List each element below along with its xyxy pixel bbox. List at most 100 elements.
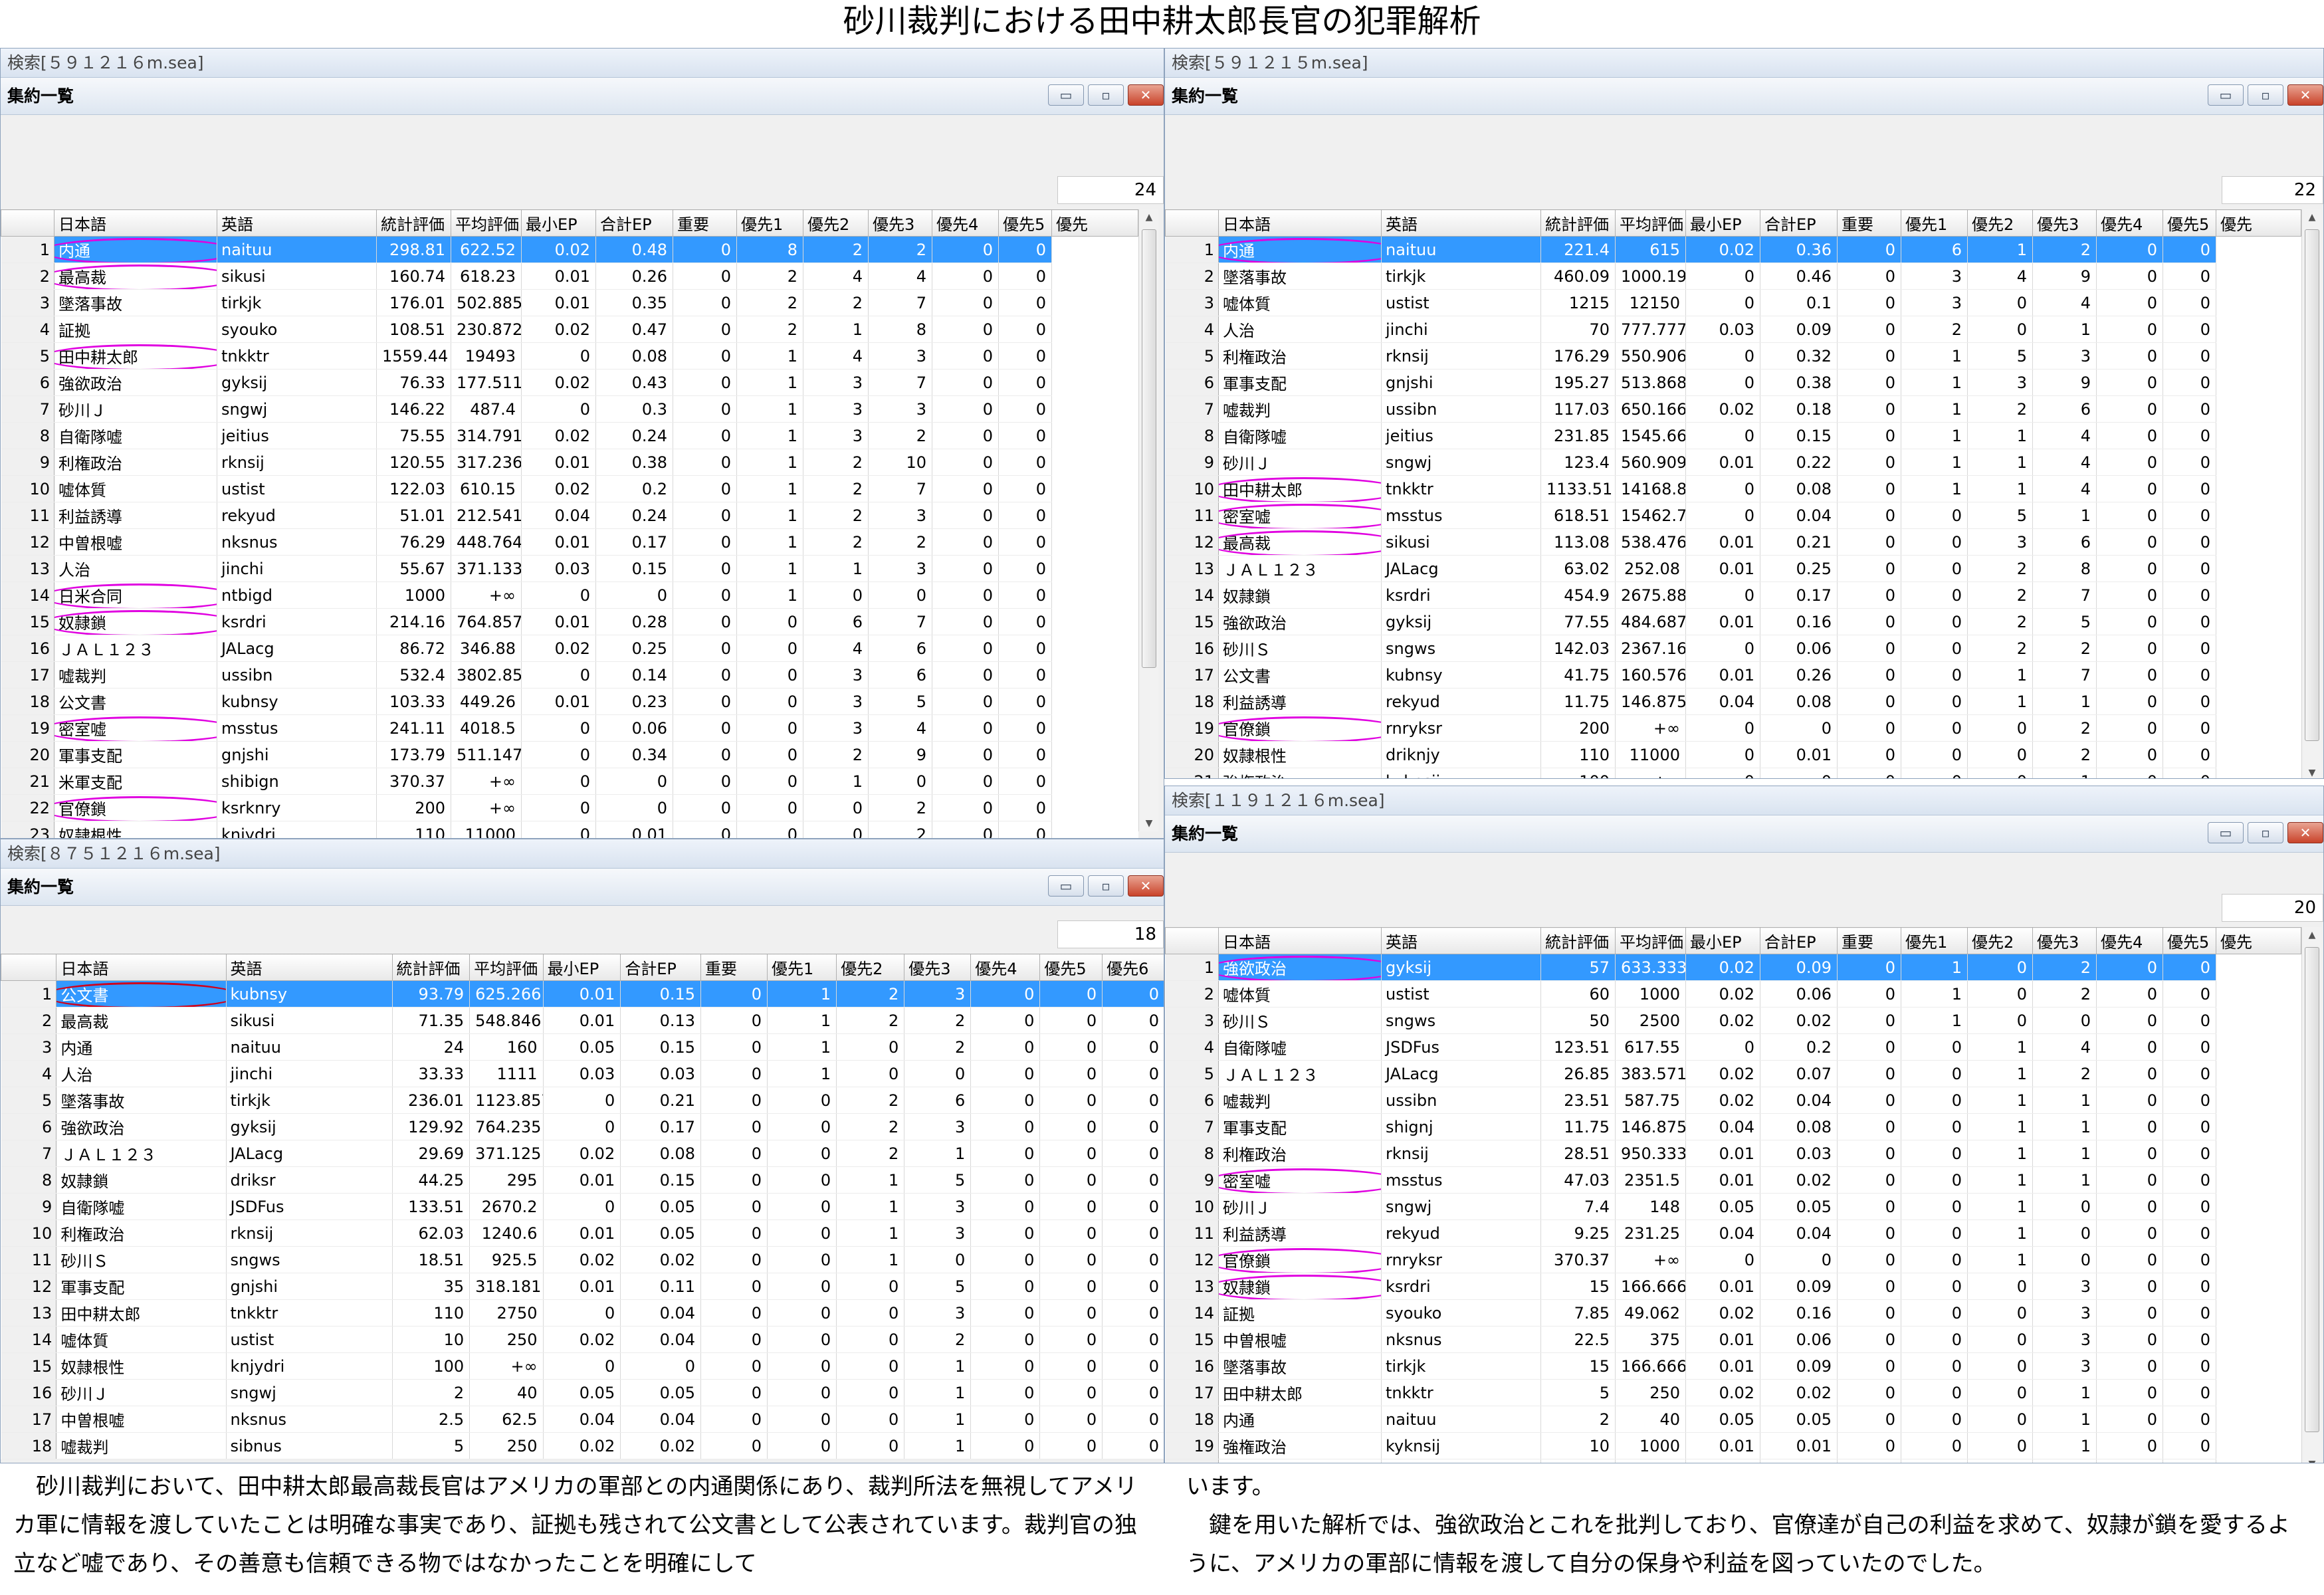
table-row[interactable]: 9 利権政治 rknsij 120.55 317.236 0.01 0.38 0 1 2 10 0 0	[1, 449, 1138, 476]
table-row[interactable]: 9 自衛隊嘘 JSDFus 133.51 2670.2 0 0.05 0 0 1 3 0 0 0	[1, 1193, 1164, 1220]
table-row[interactable]: 10田中耕太郎tnkktr1133.5114168.87500.08011400	[1165, 475, 2301, 502]
table-row[interactable]: 10 砂川Ｊ sngwj 7.4 148 0.05 0.05 0 0 1 0 0 0	[1165, 1193, 2301, 1220]
table-row[interactable]: 16 砂川Ｊ sngwj 2 40 0.05 0.05 0 0 0 1 0 0 0	[1, 1379, 1164, 1406]
column-header[interactable]: 平均評価	[451, 209, 522, 237]
table-row[interactable]: 2 嘘体質 ustist 60 1000 0.02 0.06 0 1 0 2 0 0	[1165, 980, 2301, 1008]
maximize-button[interactable]: ▫	[2248, 84, 2283, 106]
column-header[interactable]: 優先2	[1967, 927, 2033, 954]
table-row[interactable]: 6 軍事支配 gnjshi 195.27 513.868 0 0.38 0 1 3 9 0 0	[1165, 369, 2301, 396]
table-row[interactable]: 14奴隷鎖ksrdri454.92675.88200.17002700	[1165, 582, 2301, 609]
table-row[interactable]: 1 公文書 kubnsy 93.79 625.266 0.01 0.15 0 1 2 3 0 0 0	[1, 980, 1164, 1008]
maximize-button[interactable]: ▫	[1088, 84, 1124, 106]
table-row[interactable]: 18 公文書 kubnsy 103.33 449.26 0.01 0.23 0 0 3 5 0 0	[1, 688, 1138, 715]
table-row[interactable]: 21 米軍支配 shibign 370.37 +∞ 0 0 0 0 1 0 0 0	[1, 768, 1138, 795]
scroll-up-arrow-icon[interactable]: ▲	[2302, 209, 2322, 225]
column-header[interactable]: 優先1	[1901, 927, 1968, 954]
scroll-down-arrow-icon[interactable]: ▼	[1139, 815, 1159, 831]
table-row[interactable]: 12 軍事支配 gnjshi 35 318.181 0.01 0.11 0 0 0 5 0 0 0	[1, 1273, 1164, 1300]
table-row[interactable]: 8 奴隷鎖 driksr 44.25 295 0.01 0.15 0 0 1 5 0 0 0	[1, 1166, 1164, 1194]
table-row[interactable]: 13 奴隷鎖 ksrdri 15 166.666 0.01 0.09 0 0 0 3 0 0	[1165, 1273, 2301, 1300]
column-header[interactable]: 優先3	[2032, 927, 2097, 954]
column-header[interactable]: 重要	[673, 209, 737, 237]
column-header[interactable]: 合計EP	[1760, 209, 1838, 237]
column-header[interactable]: 優先5	[998, 209, 1052, 237]
column-header[interactable]: 優先4	[2096, 209, 2163, 237]
column-header[interactable]: 統計評価	[1540, 209, 1616, 237]
table-row[interactable]: 17 中曽根嘘 nksnus 2.5 62.5 0.04 0.04 0 0 0 1 0 0 0	[1, 1406, 1164, 1433]
column-header[interactable]: 最小EP	[1685, 927, 1760, 954]
table-row[interactable]: 15 奴隷根性 knjydri 100 +∞ 0 0 0 0 0 1 0 0 0	[1, 1352, 1164, 1380]
table-row[interactable]: 15 中曽根嘘 nksnus 22.5 375 0.01 0.06 0 0 0 3 0 0	[1165, 1326, 2301, 1353]
table-row[interactable]: 11密室嘘msstus618.5115462.7500.04005100	[1165, 502, 2301, 529]
minimize-button[interactable]: ▭	[2208, 84, 2244, 106]
column-header[interactable]: 重要	[700, 954, 768, 981]
table-row[interactable]: 8 利権政治 rknsij 28.51 950.333 0.01 0.03 0 0 1 1 0 0	[1165, 1140, 2301, 1167]
minimize-button[interactable]: ▭	[1048, 84, 1084, 106]
column-header[interactable]: 優先5	[2163, 927, 2216, 954]
column-header[interactable]: 優先	[1051, 209, 1138, 237]
table-row[interactable]: 5 利権政治 rknsij 176.29 550.906 0 0.32 0 1 5 3 0 0	[1165, 342, 2301, 370]
column-header[interactable]: 最小EP	[1685, 209, 1760, 237]
column-header[interactable]: 優先1	[1901, 209, 1968, 237]
column-header[interactable]: 優先4	[970, 954, 1041, 981]
table-row[interactable]: 2 最高裁 sikusi 71.35 548.846 0.01 0.13 0 1 2 2 0 0 0	[1, 1007, 1164, 1034]
table-row[interactable]: 6 嘘裁判 ussibn 23.51 587.75 0.02 0.04 0 0 1 1 0 0	[1165, 1087, 2301, 1114]
table-row[interactable]: 12 中曽根嘘 nksnus 76.29 448.764 0.01 0.17 0 1 2 2 0 0	[1, 528, 1138, 556]
column-header[interactable]: 日本語	[54, 209, 217, 237]
column-header[interactable]: 合計EP	[1760, 927, 1838, 954]
table-row[interactable]: 14 日米合同 ntbigd 1000 +∞ 0 0 0 1 0 0 0 0	[1, 582, 1138, 609]
table-row[interactable]: 4 人治 jinchi 33.33 1111 0.03 0.03 0 1 0 0 0 0 0	[1, 1060, 1164, 1087]
column-header[interactable]: 統計評価	[1540, 927, 1616, 954]
column-header[interactable]: 最小EP	[521, 209, 596, 237]
table-row[interactable]: 2 最高裁 sikusi 160.74 618.23 0.01 0.26 0 2 4 4 0 0	[1, 263, 1138, 290]
table-row[interactable]: 7 ＪＡＬ１２３ JALacg 29.69 371.125 0.02 0.08 0 0 2 1 0 0 0	[1, 1140, 1164, 1167]
table-row[interactable]: 23 奴隷根性 knjydri 110 11000 0 0.01 0 0 0 2 0 0	[1, 821, 1138, 838]
table-row[interactable]: 22 官僚鎖 ksrknry 200 +∞ 0 0 0 0 0 2 0 0	[1, 794, 1138, 821]
column-header[interactable]: 優先2	[1967, 209, 2033, 237]
table-row[interactable]: 17 田中耕太郎 tnkktr 5 250 0.02 0.02 0 0 0 1 0 0	[1165, 1379, 2301, 1406]
table-row[interactable]: 11 砂川Ｓ sngws 18.51 925.5 0.02 0.02 0 0 1 0 0 0 0	[1, 1246, 1164, 1273]
column-header[interactable]: 日本語	[1218, 209, 1382, 237]
table-row[interactable]: 14 証拠 syouko 7.85 49.062 0.02 0.16 0 0 0 3 0 0	[1165, 1299, 2301, 1327]
table-row[interactable]: 11 利益誘導 rekyud 51.01 212.541 0.04 0.24 0 1 2 3 0 0	[1, 502, 1138, 529]
table-row[interactable]: 18 利益誘導 rekyud 11.75 146.875 0.04 0.08 0 0 1 1 0 0	[1165, 688, 2301, 715]
scroll-thumb[interactable]	[2305, 947, 2319, 1432]
close-button[interactable]: ✕	[1128, 875, 1164, 897]
table-row[interactable]: 13 人治 jinchi 55.67 371.133 0.03 0.15 0 1 1 3 0 0	[1, 555, 1138, 582]
table-row[interactable]: 10 利権政治 rknsij 62.03 1240.6 0.01 0.05 0 0 1 3 0 0 0	[1, 1220, 1164, 1247]
column-header[interactable]: 統計評価	[391, 954, 471, 981]
column-header[interactable]: 平均評価	[1615, 209, 1686, 237]
table-row[interactable]: 5墜落事故tirkjk236.011123.85700.210026000	[1, 1087, 1164, 1114]
table-row[interactable]: 20 軍事支配 gnjshi 173.79 511.147 0 0.34 0 0 2 9 0 0	[1, 741, 1138, 768]
column-header[interactable]: 英語	[1381, 927, 1541, 954]
table-row[interactable]: 8 自衛隊嘘 jeitius 75.55 314.791 0.02 0.24 0 1 3 2 0 0	[1, 422, 1138, 449]
column-header[interactable]: 優先4	[932, 209, 999, 237]
scroll-down-arrow-icon[interactable]: ▼	[2302, 765, 2322, 778]
table-row[interactable]: 18 内通 naituu 2 40 0.05 0.05 0 0 0 1 0 0	[1165, 1406, 2301, 1433]
table-row[interactable]: 15 奴隷鎖 ksrdri 214.16 764.857 0.01 0.28 0 0 6 7 0 0	[1, 608, 1138, 635]
maximize-button[interactable]: ▫	[1088, 875, 1124, 897]
column-header[interactable]: 日本語	[56, 954, 227, 981]
vertical-scrollbar[interactable]: ▲ ▼	[2301, 209, 2322, 778]
close-button[interactable]: ✕	[2287, 822, 2323, 843]
table-row[interactable]: 15 強欲政治 gyksij 77.55 484.687 0.01 0.16 0 0 2 5 0 0	[1165, 608, 2301, 635]
column-header[interactable]: 優先5	[1039, 954, 1103, 981]
column-header[interactable]: 優先1	[736, 209, 803, 237]
table-row[interactable]: 8自衛隊嘘jeitius231.851545.66600.15011400	[1165, 422, 2301, 449]
column-header[interactable]: 重要	[1837, 927, 1901, 954]
column-header[interactable]: 優先3	[904, 954, 972, 981]
table-row[interactable]: 7 軍事支配 shignj 11.75 146.875 0.04 0.08 0 0 1 1 0 0	[1165, 1113, 2301, 1140]
column-header[interactable]: 優先3	[2032, 209, 2097, 237]
minimize-button[interactable]: ▭	[1048, 875, 1084, 897]
table-row[interactable]: 16砂川Ｓsngws142.032367.16600.06002200	[1165, 635, 2301, 662]
table-row[interactable]: 19 強権政治 kyknsij 10 1000 0.01 0.01 0 0 0 1 0 0	[1165, 1432, 2301, 1459]
scroll-up-arrow-icon[interactable]: ▲	[2302, 927, 2322, 943]
table-row[interactable]: 13 田中耕太郎 tnkktr 110 2750 0 0.04 0 0 0 3 0 0 0	[1, 1299, 1164, 1327]
table-row[interactable]: 17 公文書 kubnsy 41.75 160.576 0.01 0.26 0 0 1 7 0 0	[1165, 661, 2301, 689]
column-header[interactable]: 優先3	[868, 209, 932, 237]
table-row[interactable]: 9 砂川Ｊ sngwj 123.4 560.909 0.01 0.22 0 1 1 4 0 0	[1165, 449, 2301, 476]
table-row[interactable]: 12 最高裁 sikusi 113.08 538.476 0.01 0.21 0 0 3 6 0 0	[1165, 528, 2301, 556]
table-row[interactable]: 19 官僚鎖 rnryksr 200 +∞ 0 0 0 0 0 2 0 0	[1165, 714, 2301, 742]
column-header[interactable]: 優先2	[803, 209, 869, 237]
column-header[interactable]: 優先	[2216, 927, 2301, 954]
